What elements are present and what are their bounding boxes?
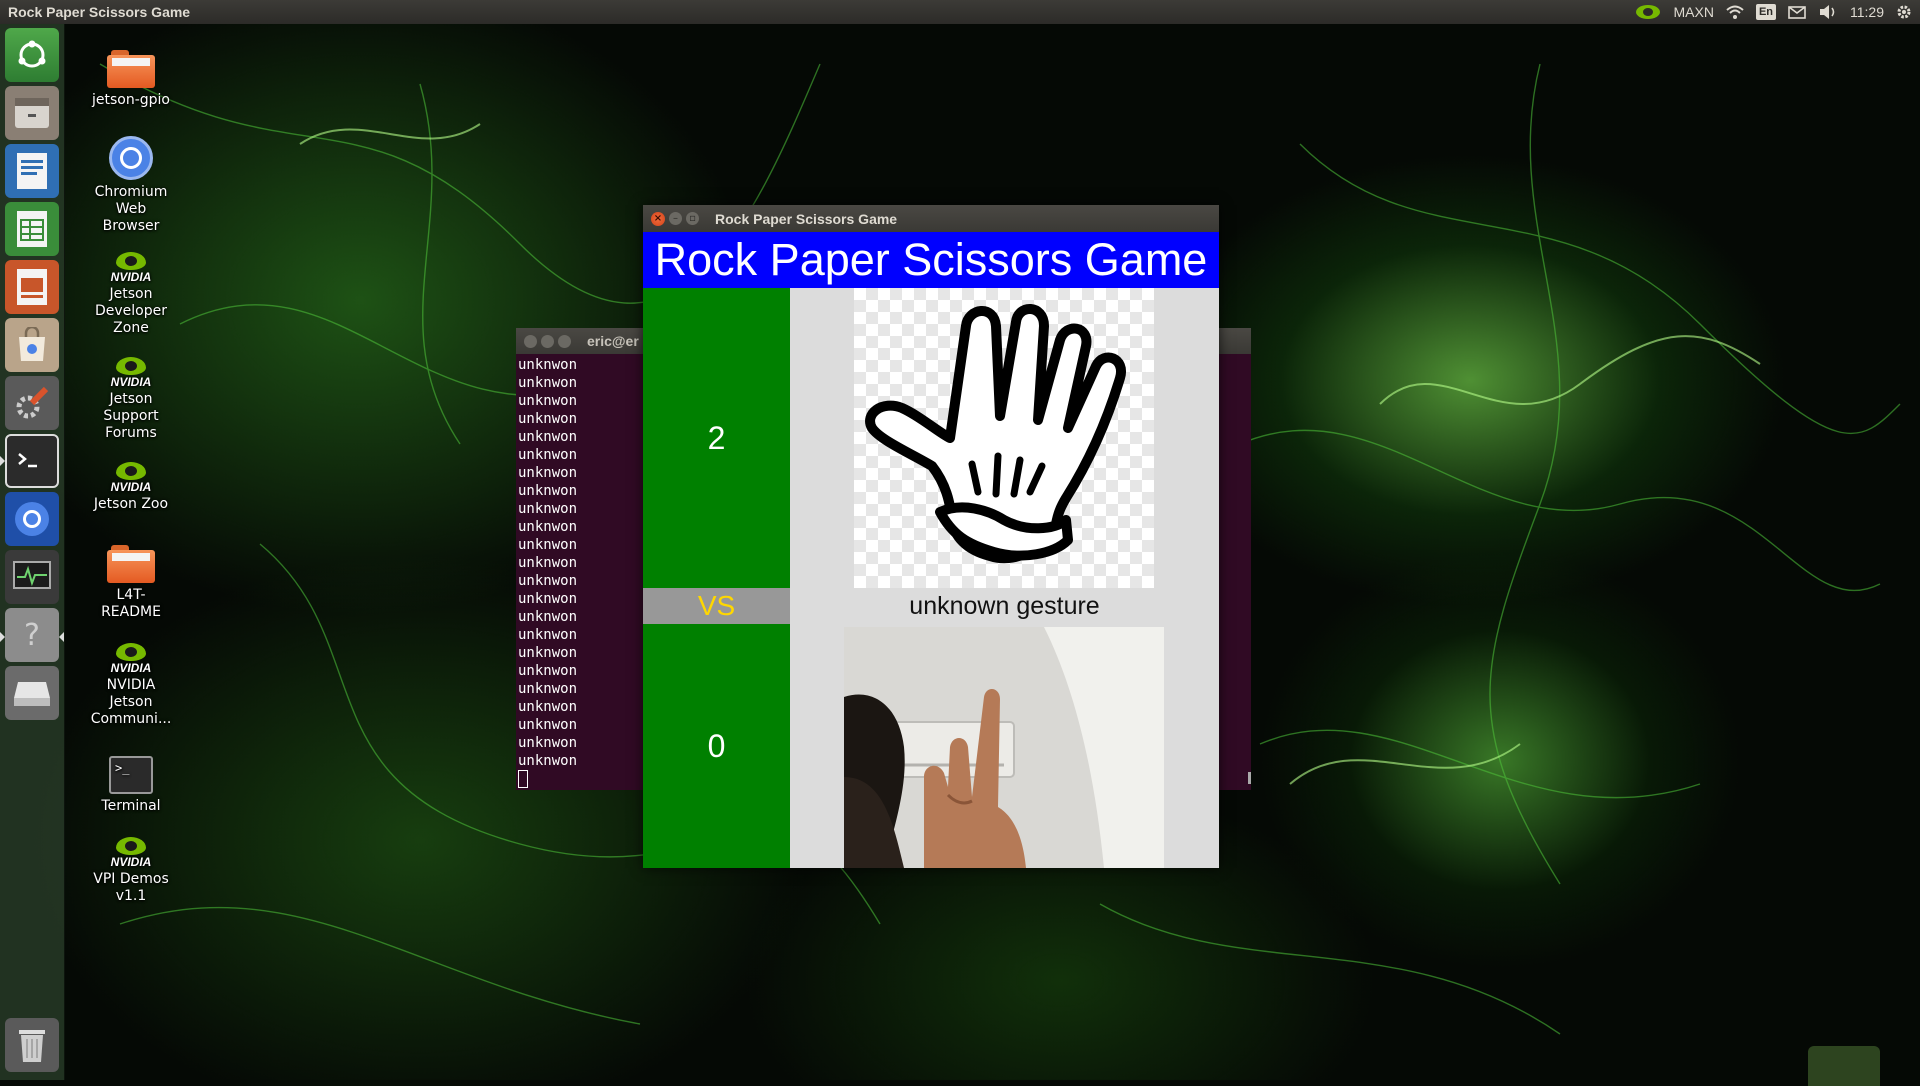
desktop-icon-label: L4T-README bbox=[101, 587, 161, 620]
nvidia-icon: NVIDIA bbox=[101, 837, 161, 869]
nvidia-icon: NVIDIA bbox=[101, 643, 161, 675]
files-launcher-icon[interactable] bbox=[5, 86, 59, 140]
desktop-icon-label: Jetson Support Forums bbox=[103, 391, 159, 441]
desktop-icon-nvidia-jetson-community[interactable]: NVIDIA NVIDIA Jetson Communi... bbox=[75, 643, 187, 728]
desktop-icon-jetson-gpio[interactable]: jetson-gpio bbox=[75, 50, 187, 109]
maximize-button[interactable]: ▫ bbox=[686, 212, 699, 225]
system-tray: MAXN En 11:29 bbox=[1635, 4, 1912, 20]
computer-gesture-image bbox=[854, 288, 1154, 588]
paper-hand-icon bbox=[865, 304, 1126, 564]
close-button[interactable]: × bbox=[651, 211, 665, 226]
desktop-icon-label: Jetson Zoo bbox=[93, 496, 169, 512]
drive-launcher-icon[interactable] bbox=[5, 666, 59, 720]
game-window-title: Rock Paper Scissors Game bbox=[715, 210, 898, 227]
desktop-icon-jetson-developer-zone[interactable]: NVIDIA Jetson Developer Zone bbox=[75, 252, 187, 337]
camera-feed-image bbox=[844, 627, 1164, 868]
desktop-icon-label: Chromium Web Browser bbox=[94, 184, 168, 234]
keyboard-language-indicator[interactable]: En bbox=[1755, 4, 1776, 20]
mail-icon[interactable] bbox=[1788, 5, 1806, 19]
desktop-icon-jetson-zoo[interactable]: NVIDIA Jetson Zoo bbox=[75, 462, 187, 513]
terminal-maximize-button[interactable] bbox=[558, 334, 571, 348]
chromium-icon bbox=[109, 136, 153, 180]
camera-feed bbox=[844, 627, 1164, 868]
terminal-cursor bbox=[518, 770, 528, 788]
vs-label: VS bbox=[643, 588, 790, 624]
game-banner: Rock Paper Scissors Game bbox=[643, 232, 1219, 288]
desktop-icon-l4t-readme[interactable]: L4T-README bbox=[75, 545, 187, 621]
terminal-launcher-icon[interactable] bbox=[5, 434, 59, 488]
desktop-icon-chromium[interactable]: Chromium Web Browser bbox=[75, 136, 187, 235]
impress-launcher-icon[interactable] bbox=[5, 260, 59, 314]
desktop-icon-terminal[interactable]: >_ Terminal bbox=[75, 756, 187, 815]
nvidia-icon: NVIDIA bbox=[101, 252, 161, 284]
terminal-title: eric@er bbox=[587, 333, 639, 349]
desktop-icon-label: VPI Demos v1.1 bbox=[93, 871, 169, 904]
active-app-title: Rock Paper Scissors Game bbox=[8, 4, 191, 20]
power-mode-label[interactable]: MAXN bbox=[1673, 4, 1713, 20]
nvidia-watermark-icon bbox=[1808, 1046, 1880, 1086]
dash-home-button[interactable] bbox=[5, 28, 59, 82]
software-center-launcher-icon[interactable] bbox=[5, 318, 59, 372]
trash-launcher-icon[interactable] bbox=[5, 1018, 59, 1072]
running-indicator-icon bbox=[0, 456, 5, 466]
svg-text:?: ? bbox=[24, 618, 40, 653]
terminal-close-button[interactable] bbox=[524, 334, 537, 348]
minimize-button[interactable]: – bbox=[669, 212, 682, 225]
desktop-icon-label: Jetson Developer Zone bbox=[94, 286, 167, 336]
clock[interactable]: 11:29 bbox=[1850, 4, 1884, 20]
writer-launcher-icon[interactable] bbox=[5, 144, 59, 198]
launcher: ? bbox=[0, 24, 65, 1080]
desktop-icon-label: Terminal bbox=[101, 798, 161, 814]
folder-icon bbox=[107, 50, 155, 88]
player-score: 0 bbox=[643, 624, 790, 868]
nvidia-icon: NVIDIA bbox=[101, 462, 161, 494]
computer-score: 2 bbox=[643, 288, 790, 588]
wifi-icon[interactable] bbox=[1726, 5, 1744, 19]
help-launcher-icon[interactable]: ? bbox=[5, 608, 59, 662]
game-titlebar[interactable]: × – ▫ Rock Paper Scissors Game bbox=[643, 205, 1219, 232]
game-window[interactable]: × – ▫ Rock Paper Scissors Game Rock Pape… bbox=[643, 205, 1219, 868]
nvidia-icon: NVIDIA bbox=[101, 357, 161, 389]
desktop-icon-label: NVIDIA Jetson Communi... bbox=[90, 677, 172, 727]
calc-launcher-icon[interactable] bbox=[5, 202, 59, 256]
terminal-minimize-button[interactable] bbox=[541, 334, 554, 348]
nvidia-power-mode-icon[interactable] bbox=[1635, 4, 1661, 20]
top-panel: Rock Paper Scissors Game MAXN En 11:29 bbox=[0, 0, 1920, 24]
desktop-icon-jetson-support-forums[interactable]: NVIDIA Jetson Support Forums bbox=[75, 357, 187, 442]
desktop-icon-vpi-demos[interactable]: NVIDIA VPI Demos v1.1 bbox=[75, 837, 187, 905]
chromium-launcher-icon[interactable] bbox=[5, 492, 59, 546]
gesture-label: unknown gesture bbox=[909, 592, 1100, 620]
active-indicator-icon bbox=[59, 632, 64, 642]
terminal-scrollbar[interactable] bbox=[1248, 772, 1251, 784]
running-indicator-icon bbox=[0, 632, 5, 642]
system-settings-launcher-icon[interactable] bbox=[5, 376, 59, 430]
settings-gear-icon[interactable] bbox=[1896, 4, 1912, 20]
terminal-icon: >_ bbox=[109, 756, 153, 794]
scoreboard: 2 VS 0 bbox=[643, 288, 790, 868]
volume-icon[interactable] bbox=[1818, 4, 1838, 20]
desktop-icon-label: jetson-gpio bbox=[91, 92, 170, 108]
system-monitor-launcher-icon[interactable] bbox=[5, 550, 59, 604]
folder-icon bbox=[107, 545, 155, 583]
